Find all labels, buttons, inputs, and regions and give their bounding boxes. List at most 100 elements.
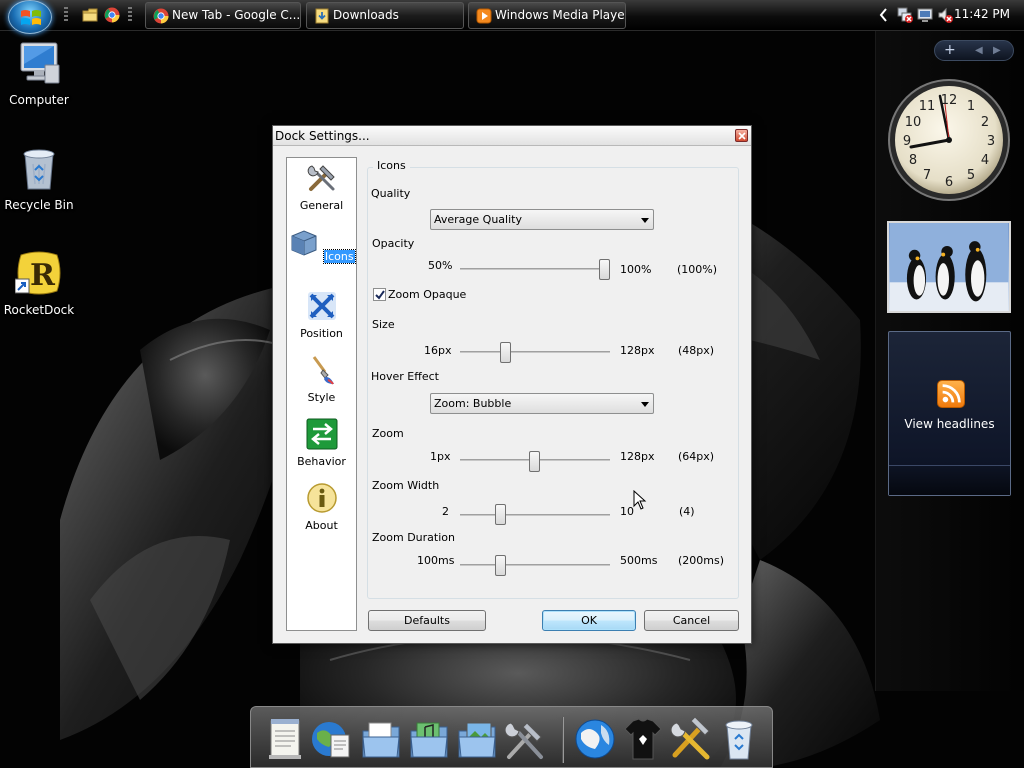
nav-item-icons[interactable]: Icons	[287, 226, 356, 264]
size-min-label: 16px	[424, 344, 452, 357]
documents-folder-icon[interactable]	[359, 715, 403, 763]
zoom-duration-max-label: 500ms	[620, 554, 658, 567]
size-slider[interactable]	[460, 351, 610, 353]
behavior-arrows-icon	[306, 418, 337, 450]
size-current-value: (48px)	[678, 344, 715, 357]
view-headlines-link[interactable]: View headlines	[889, 417, 1010, 431]
taskbar-button-downloads[interactable]: Downloads	[306, 2, 464, 29]
nav-item-about[interactable]: About	[287, 482, 356, 532]
zoom-max-label: 128px	[620, 450, 655, 463]
sidebar-controls: + ◀ ▶	[934, 40, 1014, 61]
group-title: Icons	[373, 159, 410, 172]
desktop-icon-label: RocketDock	[3, 303, 75, 317]
ok-button[interactable]: OK	[542, 610, 636, 631]
chrome-icon	[153, 8, 169, 24]
downloads-folder-icon	[315, 8, 329, 24]
zoom-width-label: Zoom Width	[372, 479, 440, 492]
size-slider-thumb[interactable]	[499, 342, 511, 363]
svg-text:5: 5	[967, 168, 975, 183]
music-folder-icon[interactable]	[407, 715, 451, 763]
quality-select-value: Average Quality	[434, 213, 522, 226]
nav-item-position[interactable]: Position	[287, 290, 356, 340]
chrome-quicklaunch-icon[interactable]	[104, 7, 120, 23]
volume-muted-icon[interactable]	[937, 6, 953, 24]
chevron-left-icon[interactable]	[878, 6, 888, 24]
taskbar-clock[interactable]: 11:42 PM	[954, 7, 1010, 21]
zoom-opaque-label[interactable]: Zoom Opaque	[388, 288, 466, 301]
nav-item-label: About	[305, 519, 338, 532]
start-button[interactable]	[8, 0, 52, 34]
tools-icon	[307, 165, 335, 191]
computer-icon	[20, 42, 60, 84]
pictures-folder-icon[interactable]	[455, 715, 499, 763]
nav-item-label: Position	[300, 327, 343, 340]
opacity-slider[interactable]	[460, 268, 610, 270]
folder-quicklaunch-icon[interactable]	[82, 7, 98, 23]
zoom-slider-thumb[interactable]	[528, 451, 540, 472]
tshirt-icon[interactable]	[621, 715, 665, 763]
zoom-label: Zoom	[372, 427, 404, 440]
svg-text:R: R	[30, 258, 56, 293]
desktop-icon-label: Computer	[9, 93, 69, 107]
info-icon	[306, 483, 337, 513]
nav-item-behavior[interactable]: Behavior	[287, 418, 356, 468]
dock-settings-dialog: Dock Settings... General Icons Position …	[272, 125, 752, 644]
zoom-duration-label: Zoom Duration	[372, 531, 455, 544]
clock-gadget[interactable]: 12 12 345 678 91011	[887, 78, 1011, 202]
zoom-duration-min-label: 100ms	[417, 554, 455, 567]
zoom-opaque-checkbox[interactable]	[373, 288, 386, 301]
nav-item-general[interactable]: General	[287, 162, 356, 212]
feed-headlines-gadget[interactable]: View headlines	[888, 331, 1011, 496]
quality-select[interactable]: Average Quality	[430, 209, 654, 230]
notepad-icon[interactable]	[263, 715, 307, 763]
opacity-max-label: 100%	[620, 263, 652, 276]
next-gadget-button[interactable]: ▶	[993, 45, 1001, 56]
cancel-button[interactable]: Cancel	[644, 610, 739, 631]
hover-effect-select[interactable]: Zoom: Bubble	[430, 393, 654, 414]
taskbar-button-chrome[interactable]: New Tab - Google C...	[145, 2, 301, 29]
taskbar-grip[interactable]	[128, 7, 132, 23]
desktop-icon-recycle-bin[interactable]: Recycle Bin	[1, 144, 77, 212]
chevron-down-icon	[641, 402, 649, 407]
network-error-icon[interactable]	[897, 6, 913, 24]
opacity-label: Opacity	[372, 237, 415, 250]
zoom-duration-slider-thumb[interactable]	[494, 555, 506, 576]
tools-icon[interactable]	[503, 715, 547, 763]
nav-item-label: Icons	[322, 249, 356, 264]
quick-launch-grip[interactable]	[64, 7, 68, 23]
taskbar-button-label: Windows Media Player	[495, 8, 626, 22]
taskbar-button-media-player[interactable]: Windows Media Player	[468, 2, 626, 29]
recycle-bin-icon[interactable]	[717, 715, 761, 763]
close-button[interactable]	[735, 129, 748, 142]
dialog-titlebar[interactable]: Dock Settings...	[273, 126, 751, 146]
rocketdock	[250, 706, 773, 768]
zoom-width-min-label: 2	[442, 505, 449, 518]
desktop-icon-rocketdock[interactable]: R RocketDock	[1, 249, 77, 317]
defaults-button[interactable]: Defaults	[368, 610, 486, 631]
zoom-duration-slider[interactable]	[460, 564, 610, 566]
opacity-slider-thumb[interactable]	[599, 259, 610, 280]
add-gadget-button[interactable]: +	[944, 42, 956, 58]
desktop-icon-computer[interactable]: Computer	[1, 39, 77, 107]
hammer-wrench-icon[interactable]	[669, 715, 713, 763]
display-icon[interactable]	[917, 6, 933, 24]
checkmark-icon	[375, 290, 385, 300]
hover-effect-select-value: Zoom: Bubble	[434, 397, 512, 410]
previous-gadget-button[interactable]: ◀	[975, 45, 983, 56]
globe-document-icon[interactable]	[309, 715, 353, 763]
zoom-width-slider-thumb[interactable]	[494, 504, 506, 525]
windows-logo-icon	[21, 10, 41, 25]
taskbar: New Tab - Google C... Downloads Windows …	[0, 0, 1024, 34]
icons-box-icon	[291, 230, 317, 256]
nav-item-style[interactable]: Style	[287, 354, 356, 404]
slideshow-gadget[interactable]	[887, 221, 1011, 313]
rss-feed-icon	[937, 380, 965, 408]
globe-icon[interactable]	[573, 715, 617, 763]
svg-text:4: 4	[981, 153, 989, 168]
media-player-icon	[476, 8, 492, 24]
zoom-duration-current-value: (200ms)	[678, 554, 725, 567]
close-icon	[738, 132, 746, 140]
zoom-width-slider[interactable]	[460, 514, 610, 516]
svg-text:7: 7	[923, 168, 931, 183]
nav-item-label: Behavior	[297, 455, 346, 468]
